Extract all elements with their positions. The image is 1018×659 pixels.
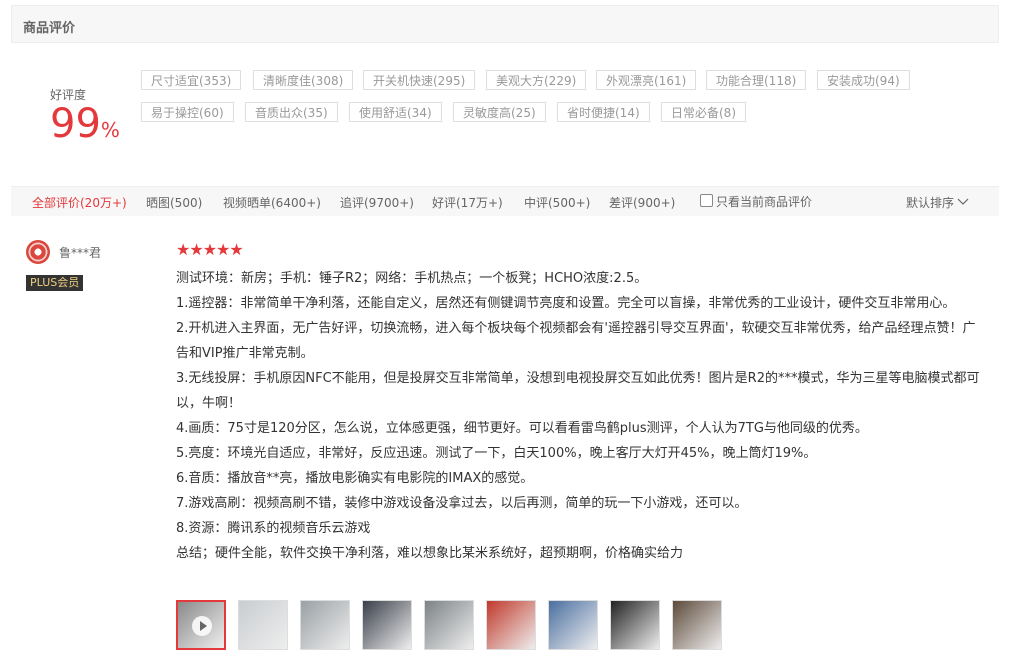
tag[interactable]: 美观大方(229) (486, 70, 587, 90)
review-line: 7.游戏高刷：视频高刷不错，装修中游戏设备没拿过去，以后再测，简单的玩一下小游戏… (176, 496, 748, 511)
reviewer-name: 鲁***君 (59, 246, 102, 260)
chevron-down-icon (957, 198, 969, 205)
review-line: 1.遥控器：非常简单干净利落，还能自定义，居然还有侧键调节亮度和设置。完全可以盲… (176, 296, 956, 311)
tag[interactable]: 日常必备(8) (661, 102, 746, 122)
photo-thumbnail[interactable] (300, 600, 350, 650)
photo-thumbnail[interactable] (672, 600, 722, 650)
review-text: 测试环境：新房；手机：锤子R2；网络：手机热点；一个板凳；HCHO浓度:2.5。… (176, 266, 988, 566)
star-icon: ★ (202, 240, 218, 259)
rating-unit: % (100, 118, 120, 142)
review-line: 3.无线投屏：手机原因NFC不能用，但是投屏交互非常简单，没想到电视投屏交互如此… (176, 371, 980, 411)
photo-thumbnail[interactable] (362, 600, 412, 650)
review-line: 4.画质：75寸是120分区，怎么说，立体感更强，细节更好。可以看看雷鸟鹤plu… (176, 421, 868, 436)
filter-positive[interactable]: 好评(17万+) (432, 194, 503, 211)
section-title: 商品评价 (23, 21, 76, 36)
current-only-label: 只看当前商品评价 (716, 195, 813, 209)
tag[interactable]: 尺寸适宜(353) (141, 70, 242, 90)
star-icon: ★ (176, 240, 191, 259)
tag[interactable]: 灵敏度高(25) (453, 102, 546, 122)
tag[interactable]: 功能合理(118) (706, 70, 807, 90)
filter-followups[interactable]: 追评(9700+) (340, 194, 414, 211)
photo-thumbnail[interactable] (424, 600, 474, 650)
star-icon: ★ (189, 240, 204, 259)
star-icon: ★ (216, 240, 231, 259)
review-line: 测试环境：新房；手机：锤子R2；网络：手机热点；一个板凳；HCHO浓度:2.5。 (176, 271, 648, 286)
current-only-toggle[interactable]: 只看当前商品评价 (700, 193, 812, 210)
sort-dropdown[interactable]: 默认排序 (906, 194, 969, 211)
photo-thumbnail[interactable] (610, 600, 660, 650)
review-line: 2.开机进入主界面，无广告好评，切换流畅，进入每个板块每个视频都会有'遥控器引导… (176, 321, 976, 361)
rating-value: 99% (50, 100, 120, 148)
tag[interactable]: 外观漂亮(161) (596, 70, 697, 90)
tag[interactable]: 省时便捷(14) (557, 102, 650, 122)
current-only-checkbox[interactable] (700, 194, 713, 207)
filter-bar: 全部评价(20万+) 晒图(500) 视频晒单(6400+) 追评(9700+)… (11, 186, 999, 216)
tag[interactable]: 开关机快速(295) (363, 70, 476, 90)
review-line: 总结；硬件全能，软件交换干净利落，难以想象比某米系统好，超预期啊，价格确实给力 (176, 546, 684, 561)
star-icon: ★ (229, 240, 244, 259)
section-header: 商品评价 (11, 5, 999, 43)
avatar[interactable] (26, 240, 50, 264)
review-line: 5.亮度：环境光自适应，非常好，反应迅速。测试了一下，白天100%，晚上客厅大灯… (176, 446, 817, 461)
tag[interactable]: 使用舒适(34) (349, 102, 442, 122)
filter-neutral[interactable]: 中评(500+) (524, 194, 590, 211)
filter-videos[interactable]: 视频晒单(6400+) (223, 194, 321, 211)
photo-thumbnail[interactable] (238, 600, 288, 650)
play-icon (192, 616, 212, 636)
filter-photos[interactable]: 晒图(500) (146, 194, 202, 211)
tag[interactable]: 安装成功(94) (817, 70, 910, 90)
tag[interactable]: 易于操控(60) (141, 102, 234, 122)
tag[interactable]: 清晰度佳(308) (253, 70, 354, 90)
photo-thumbnail[interactable] (486, 600, 536, 650)
rating-percent: 99 (50, 101, 101, 147)
star-rating: ★★★★★ (176, 240, 244, 259)
sort-label: 默认排序 (906, 196, 955, 210)
filter-negative[interactable]: 差评(900+) (609, 194, 675, 211)
photo-thumbnail[interactable] (548, 600, 598, 650)
review-line: 6.音质：播放音**亮，播放电影确实有电影院的IMAX的感觉。 (176, 471, 534, 486)
review-line: 8.资源：腾讯系的视频音乐云游戏 (176, 521, 371, 536)
tag[interactable]: 音质出众(35) (245, 102, 338, 122)
filter-all[interactable]: 全部评价(20万+) (32, 194, 127, 211)
video-thumbnail[interactable] (176, 600, 226, 650)
plus-member-badge: PLUS会员 (26, 275, 84, 291)
